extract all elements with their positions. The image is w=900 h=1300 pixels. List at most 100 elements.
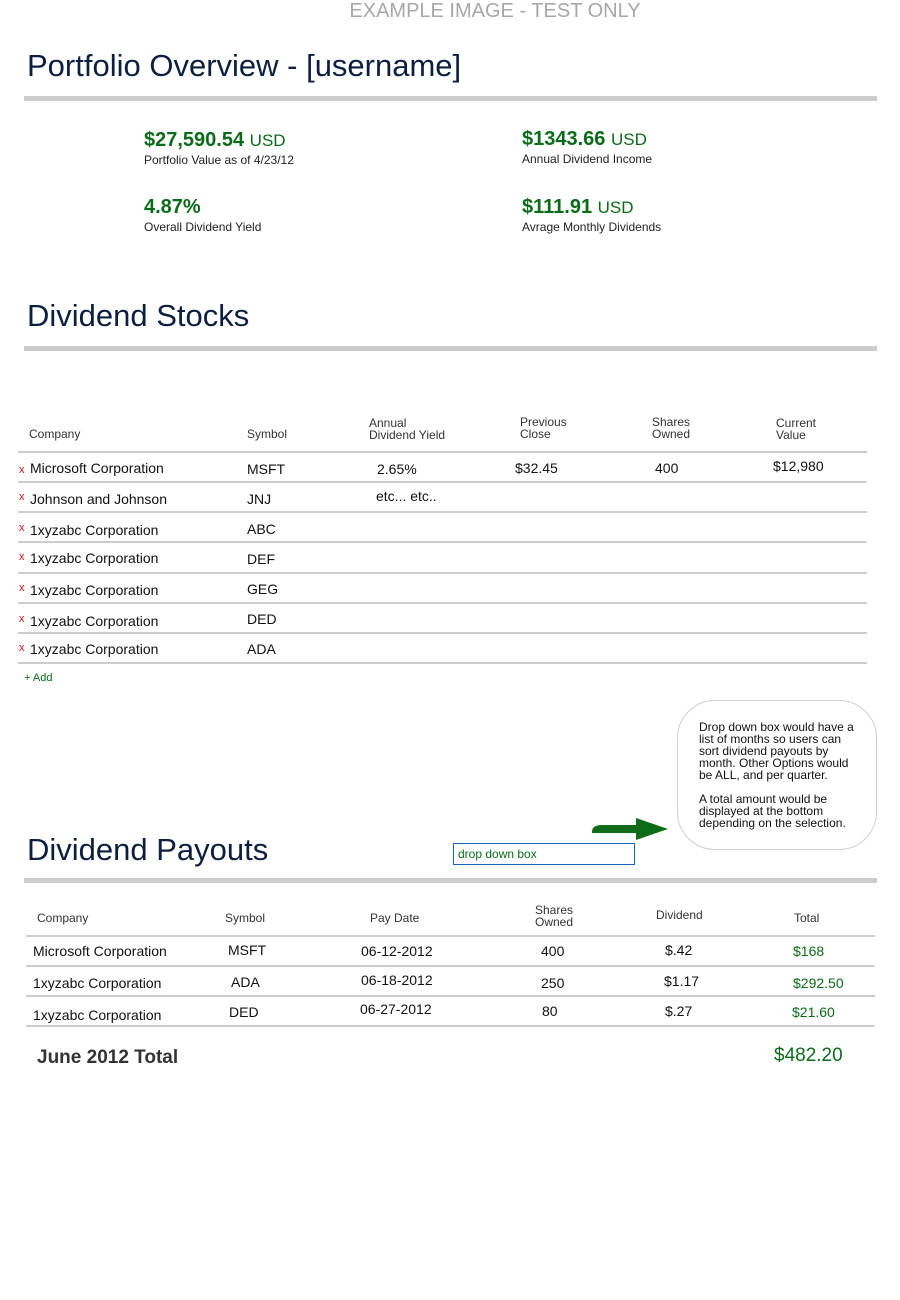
payout-shares: 80 [542,1003,558,1019]
payout-total: $168 [793,943,825,959]
stat-portfolio-value: $27,590.54 USD Portfolio Value as of 4/2… [144,129,294,167]
stat-value: 4.87% [144,196,201,218]
payout-company: 1xyzabc Corporation [33,975,162,991]
stat-unit: USD [610,130,647,149]
row-divider [26,995,875,997]
stock-symbol: DED [247,611,277,627]
payout-pay-date: 06-27-2012 [360,1001,432,1017]
remove-stock-icon[interactable]: x [19,643,25,654]
period-total-value: $482.20 [774,1045,843,1066]
stock-shares-owned: 400 [655,460,679,476]
stat-unit: USD [597,198,634,217]
stat-monthly-dividends: $111.91 USD Avrage Monthly Dividends [522,196,661,234]
row-divider [18,511,867,513]
row-divider [26,965,875,967]
row-divider [18,602,867,604]
column-header-total: Total [794,911,820,925]
stock-company: 1xyzabc Corporation [30,613,159,629]
column-header-previous-close: Previous Close [520,416,567,440]
header-line: Dividend Yield [369,428,446,442]
stock-symbol: MSFT [247,461,286,477]
payout-company: 1xyzabc Corporation [33,1007,162,1023]
stat-caption: Overall Dividend Yield [144,220,262,234]
watermark: EXAMPLE IMAGE - TEST ONLY [349,0,641,22]
payout-company: Microsoft Corporation [33,943,167,959]
stock-yield: etc... etc.. [376,488,437,504]
payout-pay-date: 06-12-2012 [361,943,433,959]
column-header-current-value: Current Value [776,417,816,441]
stock-company: 1xyzabc Corporation [30,550,159,566]
remove-stock-icon[interactable]: x [19,523,25,534]
stat-unit: USD [249,131,286,150]
row-divider [26,1025,875,1027]
payout-total: $21.60 [792,1004,835,1020]
period-total-label: June 2012 Total [37,1047,179,1068]
column-header-company: Company [29,427,81,441]
column-header-dividend: Dividend [656,908,703,922]
header-line: Close [520,427,551,441]
column-header-pay-date: Pay Date [370,911,420,925]
header-line: Owned [535,915,574,929]
payout-pay-date: 06-18-2012 [361,972,433,988]
remove-stock-icon[interactable]: x [19,492,25,503]
payout-total: $292.50 [793,975,844,991]
row-divider [18,662,867,664]
add-stock-link[interactable]: + Add [24,672,52,684]
stock-company: 1xyzabc Corporation [30,582,159,598]
payout-symbol: MSFT [228,942,267,958]
arrow-right-icon [592,818,668,840]
stock-symbol: JNJ [247,491,272,507]
stat-annual-dividend-income: $1343.66 USD Annual Dividend Income [522,128,652,166]
dividend-payouts-title: Dividend Payouts [27,832,269,867]
payout-shares: 250 [541,975,565,991]
annotation-paragraph: Drop down box would have a list of month… [699,720,854,782]
annotation-note: Drop down box would have a list of month… [677,700,877,850]
row-divider [18,632,867,634]
column-header-shares-owned: Shares Owned [535,904,573,928]
header-line: Value [776,428,806,442]
payouts-divider [24,878,877,883]
annotation-text: Drop down box would have a list of month… [699,721,864,841]
payout-dividend: $.27 [665,1003,693,1019]
column-header-shares-owned: Shares Owned [652,416,690,440]
stock-company: 1xyzabc Corporation [30,641,159,657]
header-divider [26,935,875,937]
remove-stock-icon[interactable]: x [19,583,25,594]
stock-yield: 2.65% [377,461,417,477]
stock-symbol: ADA [247,641,276,657]
stock-previous-close: $32.45 [515,460,558,476]
stocks-divider [24,346,877,351]
stat-caption: Portfolio Value as of 4/23/12 [144,153,294,167]
month-filter-dropdown[interactable]: drop down box [453,843,635,865]
remove-stock-icon[interactable]: x [19,614,25,625]
stat-caption: Avrage Monthly Dividends [522,220,662,234]
remove-stock-icon[interactable]: x [19,465,25,476]
stat-value: $1343.66 [522,128,606,150]
payout-symbol: DED [229,1004,259,1020]
stock-company: 1xyzabc Corporation [30,522,159,538]
payout-shares: 400 [541,943,565,959]
stock-symbol: DEF [247,551,275,567]
payout-symbol: ADA [231,974,260,990]
stat-caption: Annual Dividend Income [522,152,653,166]
remove-stock-icon[interactable]: x [19,552,25,563]
stock-company: Johnson and Johnson [30,491,167,507]
column-header-symbol: Symbol [247,427,288,441]
column-header-symbol: Symbol [225,911,266,925]
header-divider [18,451,867,453]
stock-company: Microsoft Corporation [30,460,164,476]
column-header-annual-dividend-yield: Annual Dividend Yield [369,417,445,441]
title-divider [24,96,877,101]
stat-value: $111.91 [522,196,593,218]
payout-dividend: $1.17 [664,973,700,989]
row-divider [18,481,867,483]
dividend-stocks-title: Dividend Stocks [27,298,250,333]
stock-current-value: $12,980 [773,458,824,474]
row-divider [18,572,867,574]
header-line: Owned [652,427,691,441]
payout-dividend: $.42 [665,942,693,958]
annotation-paragraph: A total amount would be displayed at the… [699,792,846,830]
page-title: Portfolio Overview - [username] [27,48,462,83]
column-header-company: Company [37,911,89,925]
stat-value: $27,590.54 [144,129,245,151]
